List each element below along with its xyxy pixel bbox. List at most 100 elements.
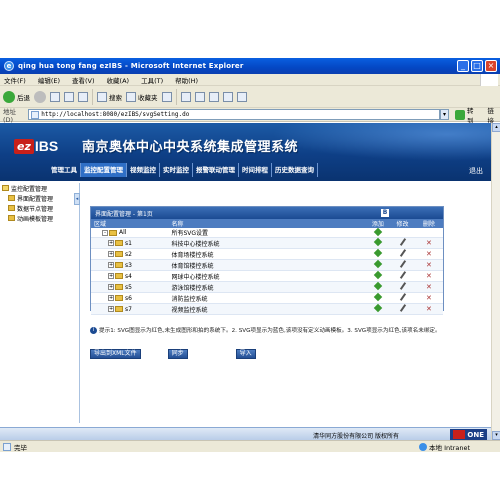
sync-button[interactable]: 同步 [167,349,188,359]
table-row[interactable]: + s1 科技中心楼控系统 ✕ [91,237,443,249]
delete-icon[interactable]: ✕ [426,283,432,291]
delete-icon[interactable]: ✕ [426,250,432,258]
edit-page-button[interactable] [208,91,219,102]
folder-icon [115,262,123,268]
add-icon[interactable] [373,281,383,291]
add-icon[interactable] [373,292,383,302]
back-arrow-icon [3,90,15,103]
add-icon[interactable] [373,237,383,247]
pencil-icon[interactable] [399,293,406,301]
search-button[interactable]: 搜索 [97,91,122,102]
pencil-icon[interactable] [399,260,406,268]
print-button[interactable] [194,91,205,102]
table-row[interactable]: + s2 体育场楼控系统 ✕ [91,248,443,260]
svg-config-table: 区域 名称 添加 修改 删除 - All 所有SVG设置 + s1 科技中心楼控系统 ✕ + s… [91,219,443,315]
favorites-button[interactable]: 收藏夹 [126,91,158,102]
expand-icon[interactable]: + [108,251,114,257]
import-button[interactable]: 导入 [235,349,256,359]
tree-root-label: 监控配置管理 [11,185,48,193]
scroll-up-icon[interactable]: ▴ [492,123,500,132]
links-button[interactable]: 链接 [487,105,500,125]
menu-favorites[interactable]: 收藏(A) [107,75,130,85]
export-xml-button[interactable]: 导出到XML文件 [90,349,141,359]
scroll-down-icon[interactable]: ▾ [492,431,500,440]
expand-icon[interactable]: + [108,262,114,268]
delete-cell: ✕ [414,248,443,260]
table-row[interactable]: + s3 体育馆楼控系统 ✕ [91,259,443,271]
delete-icon[interactable]: ✕ [426,239,432,247]
expand-icon[interactable]: + [108,295,114,301]
pencil-icon[interactable] [399,304,406,312]
tree-item-ui-config[interactable]: 界面配置管理 [0,193,79,203]
logout-link[interactable]: 退出 [469,166,483,176]
mail-button[interactable] [180,91,191,102]
pencil-icon[interactable] [399,238,406,246]
expand-icon[interactable]: + [108,273,114,279]
name-cell: 科技中心楼控系统 [168,237,366,249]
discuss-button[interactable] [222,91,233,102]
expand-icon[interactable]: + [108,306,114,312]
menu-tools[interactable]: 工具(T) [141,75,163,85]
app-header: ez IBS 南京奥体中心中央系统集成管理系统 管理工具 监控配置管理 视频监控… [0,123,491,181]
add-icon[interactable] [373,270,383,280]
table-row[interactable]: + s4 网球中心楼控系统 ✕ [91,270,443,282]
messenger-button[interactable] [236,91,247,102]
nav-schedule[interactable]: 时间排程 [239,163,272,177]
vertical-scrollbar[interactable]: ▴ ▾ [491,123,500,440]
menu-view[interactable]: 查看(V) [72,75,95,85]
go-label: 转到 [466,106,474,125]
go-button[interactable]: 转到 [455,105,479,125]
menu-edit[interactable]: 编辑(E) [38,75,60,85]
nav-tools[interactable]: 管理工具 [48,163,81,177]
ie-icon: e [4,61,14,71]
table-row[interactable]: + s5 游泳馆楼控系统 ✕ [91,281,443,293]
window-title-bar: e qing hua tong fang ezIBS - Microsoft I… [0,58,500,74]
add-icon[interactable] [373,259,383,269]
name-cell: 所有SVG设置 [168,228,366,238]
copyright-text: 清华同方股份有限公司 版权所有 [313,433,399,440]
nav-video[interactable]: 视频监控 [127,163,160,177]
address-dropdown-button[interactable]: ▾ [439,109,450,120]
table-row[interactable]: + s7 视频监控系统 ✕ [91,303,443,315]
tree-item-animation[interactable]: 动画模板管理 [0,213,79,223]
stop-button[interactable] [50,91,60,102]
forward-button[interactable] [34,90,46,103]
menu-file[interactable]: 文件(F) [4,75,26,85]
add-icon[interactable] [373,248,383,258]
pencil-icon[interactable] [399,271,406,279]
delete-icon[interactable]: ✕ [426,272,432,280]
history-button[interactable] [161,91,172,102]
table-row[interactable]: - All 所有SVG设置 [91,227,443,238]
expand-icon[interactable]: + [108,240,114,246]
name-cell: 体育馆楼控系统 [168,259,366,271]
edit-cell [390,237,415,249]
tree-item-data-nodes[interactable]: 数据节点管理 [0,203,79,213]
table-row[interactable]: + s6 消防监控系统 ✕ [91,292,443,304]
expand-icon[interactable]: + [108,284,114,290]
collapse-pane-button[interactable]: ◂ [74,193,80,205]
pencil-icon[interactable] [399,282,406,290]
menu-help[interactable]: 帮助(H) [175,75,198,85]
add-icon[interactable] [373,303,383,313]
tree-root[interactable]: 监控配置管理 [0,183,79,193]
refresh-button[interactable] [64,91,74,102]
nav-monitor-config[interactable]: 监控配置管理 [81,163,127,177]
delete-cell: ✕ [414,237,443,249]
panel-b-icon[interactable]: B [381,209,389,217]
delete-icon[interactable]: ✕ [426,261,432,269]
maximize-button[interactable]: □ [471,60,483,72]
expand-icon[interactable]: - [102,229,108,236]
back-button[interactable]: 后退 [3,90,30,103]
delete-icon[interactable]: ✕ [426,294,432,302]
area-cell: + s5 [91,281,169,293]
close-button[interactable]: × [485,60,497,72]
add-icon[interactable] [373,227,383,236]
minimize-button[interactable]: _ [457,60,469,72]
nav-history[interactable]: 历史数据查询 [272,163,318,177]
home-button[interactable] [78,91,88,102]
nav-realtime[interactable]: 实时监控 [160,163,193,177]
delete-icon[interactable]: ✕ [426,305,432,313]
nav-alarm[interactable]: 报警联动管理 [193,163,239,177]
pencil-icon[interactable] [399,249,406,257]
address-input[interactable]: http://localhost:8080/ezIBS/svgSetting.d… [28,109,440,120]
